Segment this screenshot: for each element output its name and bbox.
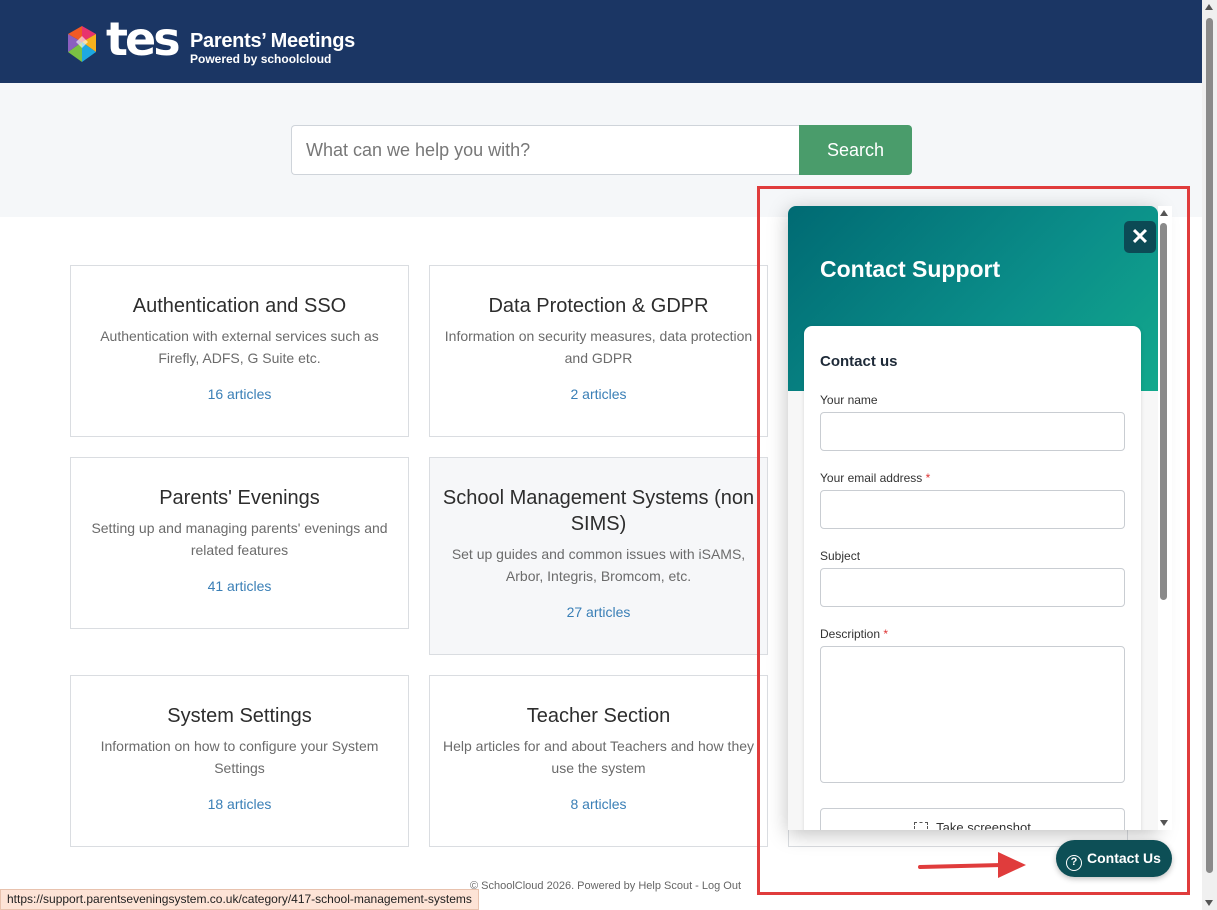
category-title[interactable]: Data Protection & GDPR: [442, 293, 755, 319]
category-article-count[interactable]: 27 articles: [442, 602, 755, 622]
category-description: Set up guides and common issues with iSA…: [451, 546, 746, 584]
category-title[interactable]: Parents' Evenings: [83, 485, 396, 511]
contact-us-button[interactable]: ? Contact Us: [1056, 840, 1172, 877]
category-card-system-settings[interactable]: System Settings Information on how to co…: [70, 675, 409, 847]
category-article-count[interactable]: 16 articles: [83, 384, 396, 404]
category-title[interactable]: School Management Systems (non SIMS): [442, 485, 755, 537]
search-button[interactable]: Search: [799, 125, 912, 175]
category-title[interactable]: Authentication and SSO: [83, 293, 396, 319]
category-description: Information on how to configure your Sys…: [100, 738, 379, 776]
scroll-up-arrow-icon[interactable]: [1205, 4, 1213, 10]
brand-subtitle: Powered by schoolcloud: [190, 52, 332, 66]
annotation-highlight-box: [757, 186, 1190, 895]
scrollbar-thumb[interactable]: [1206, 18, 1213, 873]
scroll-down-arrow-icon[interactable]: [1205, 900, 1213, 906]
category-article-count[interactable]: 8 articles: [442, 794, 755, 814]
page: tes Parents’ Meetings Powered by schoolc…: [0, 0, 1217, 910]
tes-logo-text[interactable]: tes: [106, 16, 181, 62]
category-article-count[interactable]: 2 articles: [442, 384, 755, 404]
category-article-count[interactable]: 18 articles: [83, 794, 396, 814]
category-card-authentication[interactable]: Authentication and SSO Authentication wi…: [70, 265, 409, 437]
tes-logo-icon: [68, 26, 96, 62]
status-bar-url: https://support.parentseveningsystem.co.…: [0, 889, 479, 910]
site-header: tes Parents’ Meetings Powered by schoolc…: [0, 0, 1202, 83]
category-description: Authentication with external services su…: [100, 328, 379, 366]
category-card-parents-evenings[interactable]: Parents' Evenings Setting up and managin…: [70, 457, 409, 629]
category-card-teacher-section[interactable]: Teacher Section Help articles for and ab…: [429, 675, 768, 847]
category-card-data-protection[interactable]: Data Protection & GDPR Information on se…: [429, 265, 768, 437]
page-scrollbar[interactable]: [1202, 0, 1217, 910]
category-description: Information on security measures, data p…: [444, 328, 753, 366]
category-card-school-management-systems[interactable]: School Management Systems (non SIMS) Set…: [429, 457, 768, 655]
category-description: Help articles for and about Teachers and…: [442, 738, 755, 776]
footer-text: © SchoolCloud 2026. Powered by Help Scou…: [470, 880, 742, 892]
search-input[interactable]: [291, 125, 801, 175]
annotation-arrow-icon: [918, 852, 1026, 878]
brand-title: Parents’ Meetings: [190, 30, 355, 52]
category-article-count[interactable]: 41 articles: [83, 576, 396, 596]
category-description: Setting up and managing parents' evening…: [91, 520, 388, 558]
category-title[interactable]: System Settings: [83, 703, 396, 729]
category-title[interactable]: Teacher Section: [442, 703, 755, 729]
help-icon: ?: [1066, 855, 1082, 871]
